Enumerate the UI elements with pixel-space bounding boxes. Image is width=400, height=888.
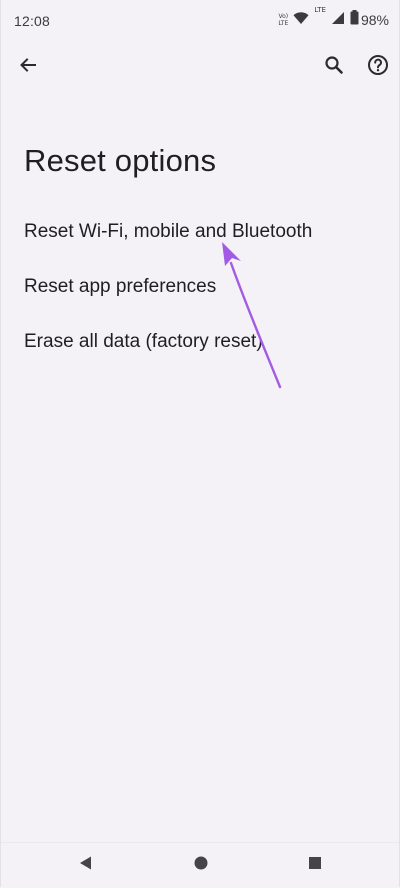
search-button[interactable] xyxy=(319,52,349,82)
nav-recents-button[interactable] xyxy=(303,853,327,877)
option-label: Reset Wi-Fi, mobile and Bluetooth xyxy=(24,221,313,242)
status-time: 12:08 xyxy=(14,13,51,29)
wifi-icon xyxy=(293,11,309,30)
option-label: Reset app preferences xyxy=(24,276,217,297)
nav-back-button[interactable] xyxy=(74,853,98,877)
status-icons: Vo) LTE LTE 98% xyxy=(278,6,389,30)
navigation-bar xyxy=(1,842,399,888)
triangle-back-icon xyxy=(78,855,94,876)
square-recents-icon xyxy=(307,855,323,876)
option-label: Erase all data (factory reset) xyxy=(24,331,263,352)
app-bar xyxy=(1,44,399,88)
option-factory-reset[interactable]: Erase all data (factory reset) xyxy=(1,315,399,369)
battery-percent: 98% xyxy=(360,12,389,28)
option-reset-app-preferences[interactable]: Reset app preferences xyxy=(1,260,399,314)
lte-indicator: LTE xyxy=(314,6,326,14)
arrow-left-icon xyxy=(19,56,37,79)
volte-indicator: Vo) LTE xyxy=(278,13,288,27)
search-icon xyxy=(324,55,344,80)
circle-home-icon xyxy=(193,855,209,876)
page-title: Reset options xyxy=(24,143,217,178)
status-bar: 12:08 Vo) LTE LTE 98% xyxy=(1,0,399,44)
help-circle-icon xyxy=(367,54,389,81)
settings-screen: 12:08 Vo) LTE LTE 98% Reset options Rese… xyxy=(0,0,400,888)
battery-icon xyxy=(350,10,359,30)
nav-home-button[interactable] xyxy=(189,853,213,877)
annotation-arrow xyxy=(222,242,282,389)
volte-lte-label: LTE xyxy=(278,20,289,27)
back-button[interactable] xyxy=(13,52,43,82)
volte-label: Vo) xyxy=(278,13,289,20)
help-button[interactable] xyxy=(363,52,393,82)
battery: 98% xyxy=(350,10,389,30)
option-reset-network[interactable]: Reset Wi-Fi, mobile and Bluetooth xyxy=(1,205,399,259)
cell-signal-icon xyxy=(331,11,345,30)
